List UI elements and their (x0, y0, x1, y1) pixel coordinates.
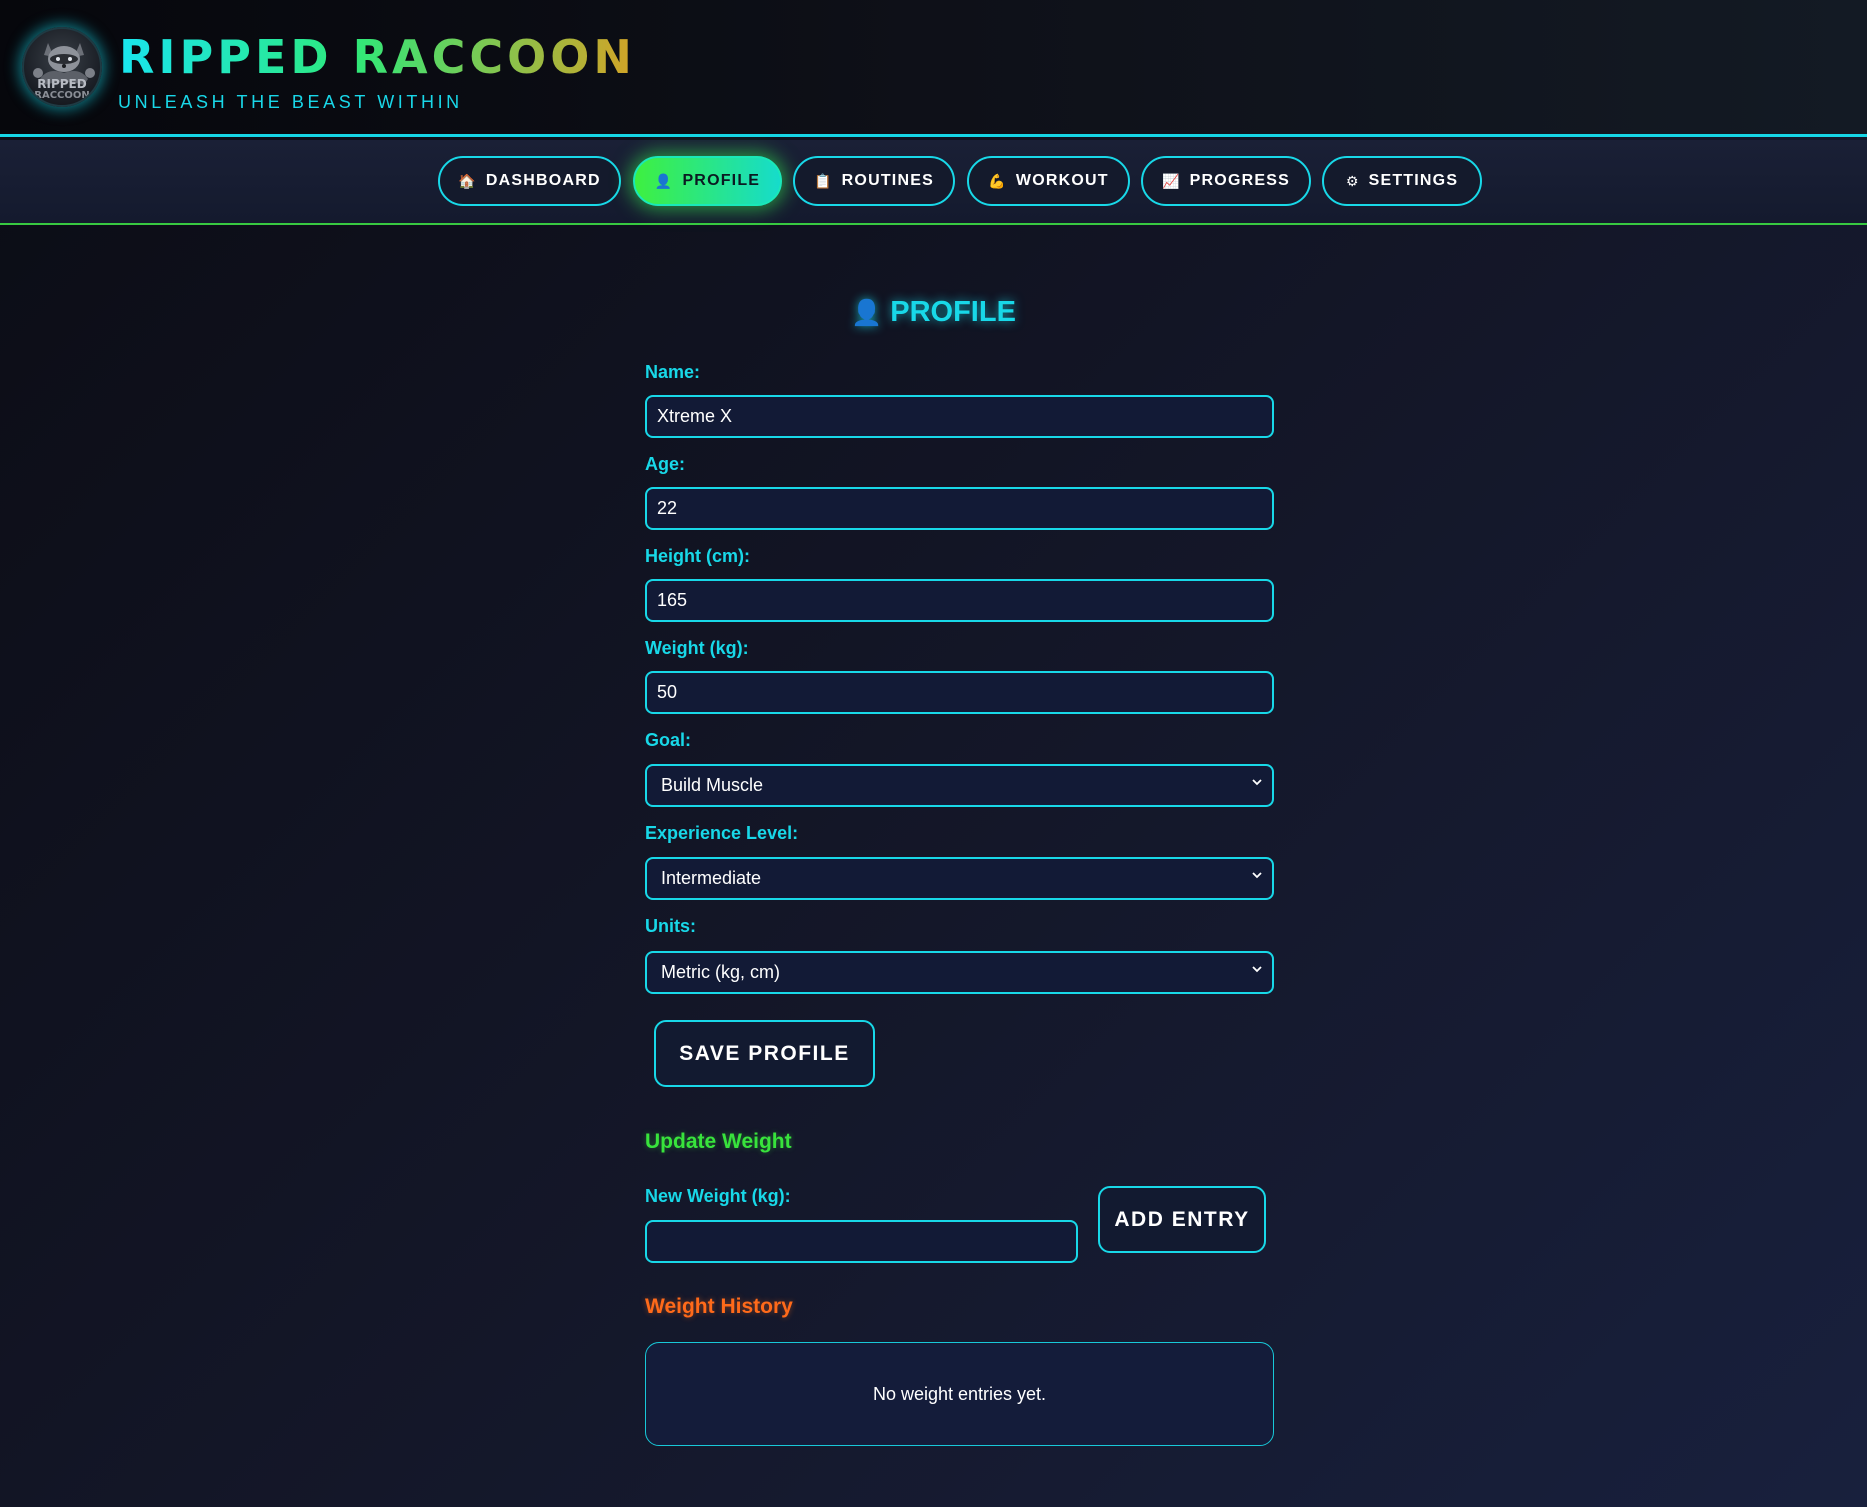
nav-workout-button[interactable]: 💪 WORKOUT (967, 156, 1130, 206)
nav-dashboard-button[interactable]: 🏠 DASHBOARD (438, 156, 621, 206)
nav-settings-button[interactable]: ⚙ SETTINGS (1322, 156, 1482, 206)
app-title: RIPPED RACCOON (119, 30, 636, 84)
app-header: RIPPED RACCOON RIPPED RACCOON UNLEASH TH… (0, 0, 1867, 137)
height-input[interactable] (645, 579, 1274, 622)
logo-text: RIPPED RACCOON (34, 77, 90, 101)
experience-selected-value: Intermediate (661, 868, 762, 888)
weight-history-panel: No weight entries yet. (645, 1342, 1274, 1446)
weight-history-title: Weight History (645, 1295, 793, 1318)
weight-input[interactable] (645, 671, 1274, 714)
units-select[interactable]: Metric (kg, cm) (645, 951, 1274, 994)
main-nav: 🏠 DASHBOARD 👤 PROFILE 📋 ROUTINES 💪 WORKO… (0, 140, 1867, 225)
goal-label: Goal: (645, 730, 692, 750)
age-label: Age: (645, 454, 685, 474)
experience-select[interactable]: Intermediate (645, 857, 1274, 900)
name-label: Name: (645, 362, 701, 382)
nav-routines-label: ROUTINES (841, 172, 934, 189)
goal-selected-value: Build Muscle (661, 775, 764, 795)
house-icon: 🏠 (458, 173, 477, 189)
gear-icon: ⚙ (1345, 173, 1360, 189)
new-weight-input[interactable] (645, 1220, 1078, 1263)
clipboard-icon: 📋 (814, 173, 833, 189)
app-subtitle: UNLEASH THE BEAST WITHIN (118, 92, 463, 112)
update-weight-title: Update Weight (645, 1130, 792, 1153)
nav-dashboard-label: DASHBOARD (485, 172, 601, 189)
age-input[interactable] (645, 487, 1274, 530)
weight-history-empty-text: No weight entries yet. (872, 1383, 1047, 1404)
chevron-down-icon (1252, 872, 1262, 879)
nav-workout-label: WORKOUT (1015, 172, 1109, 189)
nav-profile-label: PROFILE (682, 172, 761, 189)
nav-progress-label: PROGRESS (1189, 172, 1290, 189)
flexed-bicep-icon: 💪 (988, 173, 1007, 189)
add-entry-button[interactable]: ADD ENTRY (1098, 1186, 1266, 1253)
nav-settings-label: SETTINGS (1368, 172, 1459, 189)
weight-label: Weight (kg): (645, 638, 749, 658)
new-weight-label: New Weight (kg): (645, 1186, 791, 1206)
user-icon: 👤 (654, 173, 674, 189)
user-icon: 👤 (851, 299, 883, 327)
chart-icon: 📈 (1162, 173, 1181, 189)
units-selected-value: Metric (kg, cm) (661, 962, 780, 982)
page-title-text: PROFILE (890, 296, 1016, 328)
chevron-down-icon (1252, 966, 1262, 973)
save-profile-button[interactable]: SAVE PROFILE (654, 1020, 875, 1087)
units-label: Units: (645, 916, 696, 936)
nav-profile-button[interactable]: 👤 PROFILE (633, 156, 782, 206)
nav-progress-button[interactable]: 📈 PROGRESS (1141, 156, 1311, 206)
goal-select[interactable]: Build Muscle (645, 764, 1274, 807)
experience-label: Experience Level: (645, 823, 799, 843)
raccoon-logo[interactable]: RIPPED RACCOON (22, 27, 102, 107)
name-input[interactable] (645, 395, 1274, 438)
height-label: Height (cm): (645, 546, 750, 566)
chevron-down-icon (1252, 779, 1262, 786)
nav-routines-button[interactable]: 📋 ROUTINES (793, 156, 955, 206)
page-title: 👤 PROFILE (0, 296, 1867, 329)
